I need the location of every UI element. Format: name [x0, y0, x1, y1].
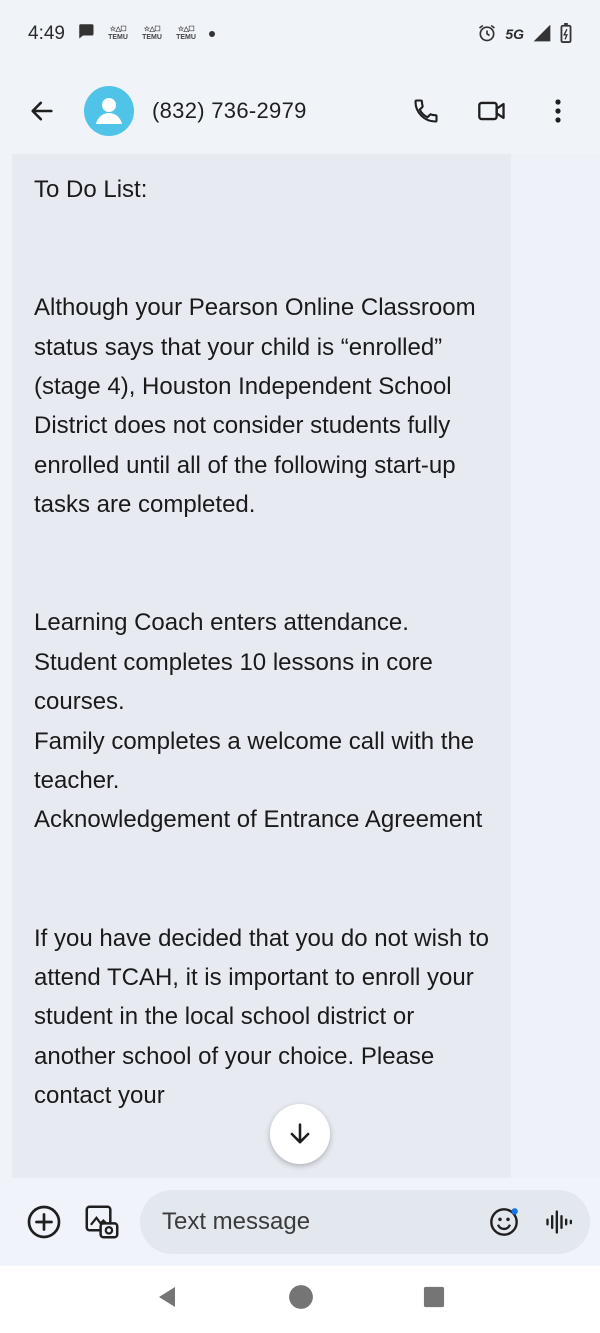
status-bar: 4:49 ☆△☐ TEMU ☆△☐ TEMU ☆△☐ TEMU 5G — [0, 0, 600, 68]
temu-label: TEMU — [142, 34, 162, 41]
more-notifications-dot-icon — [208, 31, 215, 37]
message-list[interactable]: To Do List: Although your Pearson Online… — [0, 154, 600, 1178]
phone-icon — [414, 99, 438, 123]
temu-notification-icon: ☆△☐ TEMU — [108, 26, 128, 41]
temu-notification-icon: ☆△☐ TEMU — [176, 26, 196, 41]
temu-label: TEMU — [108, 34, 128, 41]
message-input-field[interactable] — [140, 1190, 590, 1254]
status-time: 4:49 — [28, 23, 65, 44]
system-navigation-bar — [0, 1266, 600, 1333]
call-button[interactable] — [402, 87, 450, 135]
audio-waveform-icon — [546, 1210, 572, 1234]
message-input[interactable] — [162, 1208, 480, 1236]
more-options-button[interactable] — [534, 87, 582, 135]
message-paragraph: Learning Coach enters attendance. Studen… — [34, 609, 483, 834]
compose-bar — [0, 1178, 600, 1266]
person-icon — [96, 98, 122, 124]
emoji-button[interactable] — [488, 1206, 520, 1238]
scroll-to-bottom-button[interactable] — [270, 1104, 330, 1164]
temu-label: TEMU — [176, 34, 196, 41]
network-type: 5G — [505, 26, 524, 42]
voice-message-button[interactable] — [544, 1208, 572, 1236]
nav-back-button[interactable] — [155, 1285, 179, 1314]
triangle-back-icon — [158, 1287, 175, 1307]
temu-notification-icon: ☆△☐ TEMU — [142, 26, 162, 41]
battery-icon — [560, 22, 572, 46]
message-paragraph: Although your Pearson Online Classroom s… — [34, 294, 476, 519]
add-attachment-button[interactable] — [20, 1198, 68, 1246]
message-paragraph: If you have decided that you do not wish… — [34, 924, 489, 1110]
photo-camera-icon — [85, 1205, 119, 1239]
emoji-icon — [490, 1208, 518, 1236]
message-notification-icon — [77, 22, 95, 46]
message-list-background — [511, 154, 600, 1178]
arrow-down-icon — [290, 1123, 310, 1144]
circle-home-icon — [289, 1285, 313, 1309]
contact-avatar[interactable] — [84, 86, 134, 136]
conversation-header: (832) 736-2979 — [0, 68, 600, 154]
signal-icon — [532, 23, 552, 46]
message-bubble[interactable]: To Do List: Although your Pearson Online… — [12, 154, 511, 1178]
arrow-back-icon — [31, 101, 53, 121]
contact-name[interactable]: (832) 736-2979 — [152, 98, 307, 124]
add-circle-icon — [27, 1205, 61, 1239]
video-camera-icon — [478, 101, 505, 121]
nav-recents-button[interactable] — [423, 1286, 445, 1313]
square-recents-icon — [424, 1286, 445, 1308]
alarm-icon — [477, 23, 497, 46]
nav-home-button[interactable] — [288, 1284, 314, 1315]
message-paragraph: To Do List: — [34, 176, 148, 203]
back-button[interactable] — [18, 87, 66, 135]
gallery-button[interactable] — [78, 1198, 126, 1246]
more-vert-icon — [555, 99, 561, 123]
video-call-button[interactable] — [468, 87, 516, 135]
